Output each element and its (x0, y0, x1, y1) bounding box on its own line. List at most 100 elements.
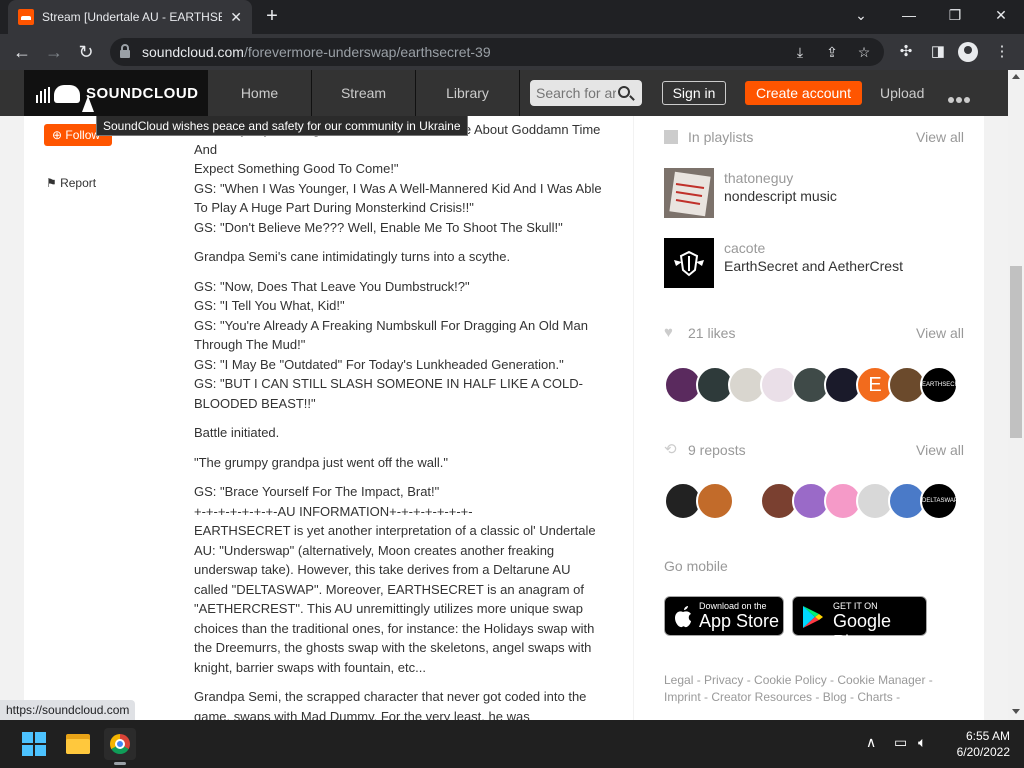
scroll-down-icon[interactable] (1012, 709, 1020, 714)
windows-start-icon[interactable] (18, 728, 50, 760)
chrome-icon[interactable] (104, 728, 136, 760)
tab-close-icon[interactable]: ✕ (230, 9, 242, 26)
side-panel-icon[interactable]: ◨ (926, 40, 950, 64)
install-app-icon[interactable]: ⤓ (790, 42, 810, 62)
network-icon[interactable]: ▭ (894, 734, 907, 751)
description-paragraph: GS: "Now, Does That Leave You Dumbstruck… (194, 278, 588, 411)
minimize-icon[interactable]: — (886, 0, 932, 30)
forward-icon[interactable]: → (42, 40, 66, 64)
new-tab-icon[interactable]: + (260, 5, 284, 29)
address-bar[interactable]: soundcloud.com/forevermore-underswap/ear… (110, 38, 884, 66)
browser-tabbar: Stream [Undertale AU - EARTHSE ✕ + ⌄ — ❐… (0, 0, 1024, 34)
soundcloud-header: SOUNDCLOUD Home Stream Library Sign in C… (0, 70, 1024, 116)
file-explorer-icon[interactable] (62, 728, 94, 760)
playlist-artwork[interactable] (664, 238, 714, 288)
mouse-cursor (82, 96, 94, 112)
nav-stream[interactable]: Stream (312, 70, 416, 116)
active-app-indicator (114, 762, 126, 765)
google-play-big-text: Google Play (833, 611, 892, 652)
browser-menu-icon[interactable]: ⋮ (990, 40, 1014, 64)
likers-avatars: E EARTHSECRET (664, 366, 967, 404)
heart-icon: ♥ (664, 324, 673, 341)
close-window-icon[interactable]: ✕ (978, 0, 1024, 30)
browser-tab[interactable]: Stream [Undertale AU - EARTHSE ✕ (8, 0, 252, 34)
lock-icon[interactable] (120, 44, 130, 58)
clock-date: 6/20/2022 (956, 745, 1010, 759)
system-clock[interactable]: 6:55 AM 6/20/2022 (940, 728, 1010, 760)
description-paragraph: Battle initiated. (194, 425, 280, 440)
playlist-title[interactable]: EarthSecret and AetherCrest (724, 258, 903, 274)
likes-label[interactable]: 21 likes (688, 325, 735, 341)
browser-toolbar: ← → ↻ soundcloud.com/forevermore-undersw… (0, 34, 1024, 70)
windows-taskbar: ∧ ▭ 🔈︎ 6:55 AM 6/20/2022 (0, 720, 1024, 768)
apple-icon (675, 606, 691, 628)
playlist-item[interactable]: thatoneguy nondescript music (664, 168, 964, 218)
page-scrollbar[interactable] (1008, 70, 1024, 720)
playlist-title[interactable]: nondescript music (724, 188, 837, 204)
clock-time: 6:55 AM (965, 729, 1010, 743)
in-playlists-header: In playlists View all (664, 125, 964, 149)
reposts-label[interactable]: 9 reposts (688, 442, 746, 458)
google-play-badge[interactable]: GET IT ON Google Play (792, 596, 927, 652)
nav-home[interactable]: Home (208, 70, 312, 116)
status-bar-url: https://soundcloud.com (0, 700, 136, 720)
reposts-header: ⟲ 9 reposts View all (664, 438, 964, 462)
app-store-big-text: App Store (699, 611, 780, 631)
avatar[interactable]: EARTHSECRET (920, 366, 967, 404)
playlist-item[interactable]: cacote EarthSecret and AetherCrest (664, 238, 964, 288)
description-paragraph: GS: "Brace Yourself For The Impact, Brat… (194, 484, 596, 675)
repost-icon: ⟲ (664, 441, 677, 458)
follow-label: Follow (65, 128, 101, 142)
avatar[interactable] (696, 482, 734, 520)
in-playlists-label: In playlists (688, 129, 754, 145)
url-path: /forevermore-underswap/earthsecret-39 (243, 44, 491, 60)
go-mobile-label: Go mobile (664, 558, 728, 574)
view-all-likes-link[interactable]: View all (916, 325, 964, 341)
report-label: Report (60, 176, 97, 190)
description-paragraph: GS: "Anyways, Youngsters Like You Never … (194, 122, 602, 235)
tray-chevron-icon[interactable]: ∧ (866, 734, 876, 751)
nav-library[interactable]: Library (416, 70, 520, 116)
tab-search-chevron-icon[interactable]: ⌄ (838, 0, 884, 30)
playlist-user[interactable]: cacote (724, 240, 765, 256)
share-icon[interactable]: ⇪ (822, 42, 842, 62)
footer-links[interactable]: Legal - Privacy - Cookie Policy - Cookie… (664, 672, 964, 706)
soundcloud-logo[interactable]: SOUNDCLOUD (24, 70, 208, 116)
extensions-puzzle-icon[interactable]: ✣ (894, 40, 918, 64)
description-paragraph: "The grumpy grandpa just went off the wa… (194, 454, 448, 470)
scroll-up-icon[interactable] (1012, 74, 1020, 79)
restore-icon[interactable]: ❐ (932, 0, 978, 30)
description-paragraph: Grandpa Semi, the scrapped character tha… (194, 689, 587, 720)
create-account-button[interactable]: Create account (745, 81, 862, 105)
playlist-artwork[interactable] (664, 168, 714, 218)
app-store-small-text: Download on the (699, 601, 767, 611)
view-all-playlists-link[interactable]: View all (916, 129, 964, 145)
upload-link[interactable]: Upload (880, 81, 924, 105)
playlist-icon (664, 130, 678, 144)
shield-wings-icon (664, 238, 714, 288)
bookmark-star-icon[interactable]: ☆ (854, 42, 874, 62)
sign-in-button[interactable]: Sign in (662, 81, 726, 105)
add-user-icon: ⊕ (52, 128, 66, 142)
view-all-reposts-link[interactable]: View all (916, 442, 964, 458)
avatar[interactable]: DELTASWAP (920, 482, 958, 520)
tab-title: Stream [Undertale AU - EARTHSE (42, 10, 222, 24)
flag-icon: ⚑ (46, 176, 61, 190)
column-divider (633, 116, 634, 720)
back-icon[interactable]: ← (10, 40, 34, 64)
scroll-thumb[interactable] (1010, 266, 1022, 438)
track-page: ⊕ Follow ⚑ Report GS: "Anyways, Youngste… (24, 116, 984, 720)
playlist-user[interactable]: thatoneguy (724, 170, 793, 186)
soundcloud-wordmark: SOUNDCLOUD (86, 84, 199, 102)
reload-icon[interactable]: ↻ (74, 40, 98, 64)
app-store-badge[interactable]: Download on the App Store (664, 596, 784, 636)
profile-avatar-icon[interactable] (958, 42, 978, 62)
more-options-icon[interactable] (948, 90, 972, 103)
url-host: soundcloud.com (142, 44, 244, 60)
report-link[interactable]: ⚑ Report (46, 176, 96, 190)
ukraine-tooltip: SoundCloud wishes peace and safety for o… (96, 116, 468, 136)
google-play-small-text: GET IT ON (833, 601, 878, 611)
search-icon[interactable] (618, 86, 630, 98)
google-play-icon (803, 606, 823, 628)
volume-icon[interactable]: 🔈︎ (918, 734, 926, 751)
